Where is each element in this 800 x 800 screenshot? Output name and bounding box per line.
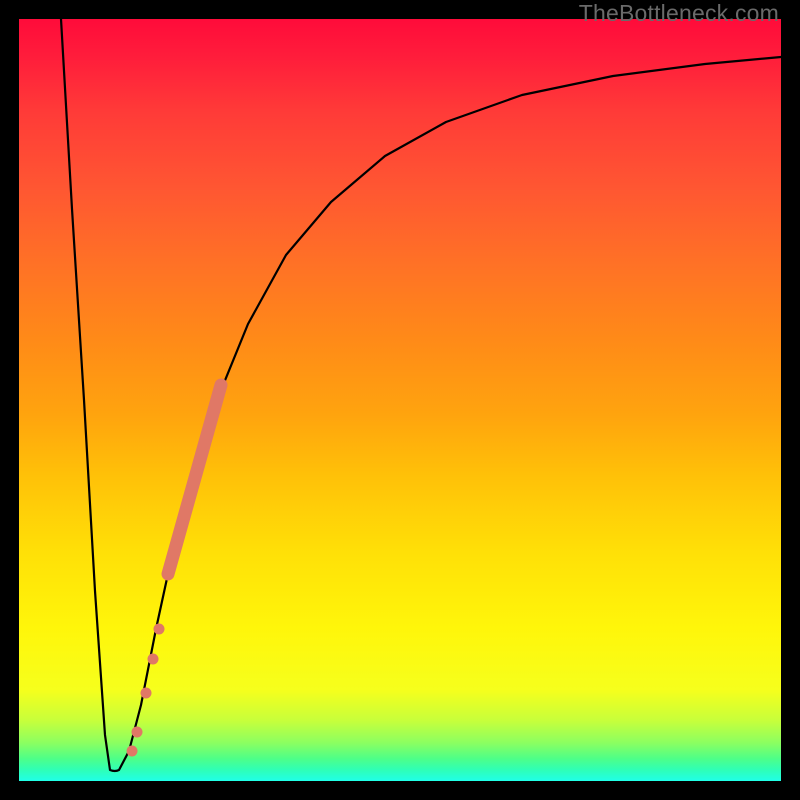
highlight-markers [127,385,222,757]
highlight-band [168,385,221,574]
highlight-dot [141,688,152,699]
highlight-dot [132,727,143,738]
highlight-dot [154,624,165,635]
plot-area [19,19,781,781]
bottleneck-curve [19,19,781,781]
chart-frame: TheBottleneck.com [0,0,800,800]
highlight-dot [127,746,138,757]
highlight-dot [148,654,159,665]
curve-path [61,19,781,771]
watermark-text: TheBottleneck.com [579,0,779,27]
